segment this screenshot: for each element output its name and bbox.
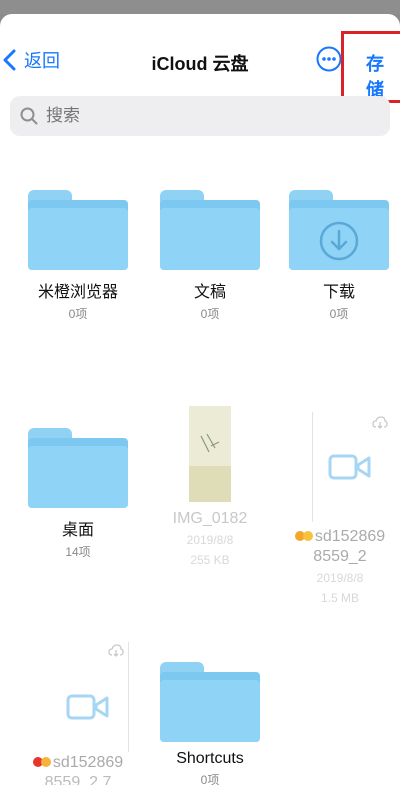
cloud-download-icon	[108, 644, 124, 657]
download-folder-icon	[289, 190, 389, 270]
search-icon	[20, 107, 38, 125]
video-camera-icon	[328, 454, 371, 480]
video-thumbnail	[28, 642, 129, 752]
item-date: 2019/8/8	[316, 571, 364, 585]
more-options-icon[interactable]	[316, 46, 342, 72]
item-count: 0项	[200, 307, 220, 321]
item-name-line2: 8559_2.7	[44, 774, 112, 785]
folder-item[interactable]: Shortcuts 0项	[150, 662, 270, 785]
item-count: 0项	[329, 307, 349, 321]
item-name-line1: sd152869	[314, 528, 386, 545]
folder-icon	[28, 190, 128, 270]
image-thumbnail	[189, 406, 231, 502]
item-size: 1.5 MB	[320, 591, 359, 605]
item-count: 0项	[68, 307, 88, 321]
video-file-item[interactable]: sd152869 8559_2.7	[18, 642, 138, 785]
download-arrow-icon	[319, 221, 359, 261]
tag-dots-icon	[294, 530, 315, 543]
status-bar-area	[0, 0, 400, 14]
cloud-download-icon	[372, 416, 388, 429]
search-bar[interactable]	[10, 96, 390, 136]
folder-item[interactable]: 米橙浏览器 0项	[18, 190, 138, 322]
save-button[interactable]: 存储	[366, 50, 400, 102]
video-file-item[interactable]: sd152869 8559_2 2019/8/8 1.5 MB	[280, 412, 400, 606]
folder-icon	[28, 428, 128, 508]
folder-item[interactable]: 桌面 14项	[18, 428, 138, 560]
tag-dots-icon	[32, 756, 53, 769]
item-name: sd152869	[18, 754, 138, 772]
item-count: 0项	[200, 773, 220, 785]
item-name: 桌面	[61, 522, 94, 539]
video-thumbnail	[290, 412, 390, 522]
item-name: IMG_0182	[172, 510, 248, 527]
item-date: 2019/8/8	[186, 533, 234, 547]
item-name: 下载	[322, 284, 355, 301]
item-name: sd152869	[280, 528, 400, 546]
item-size: 255 KB	[190, 553, 230, 567]
folder-icon	[160, 190, 260, 270]
item-name-line1: sd152869	[52, 754, 124, 771]
item-name: Shortcuts	[176, 750, 244, 767]
folder-icon	[160, 662, 260, 742]
search-input[interactable]	[44, 105, 348, 127]
item-name: 米橙浏览器	[37, 284, 118, 301]
video-camera-icon	[66, 694, 109, 720]
item-count: 14项	[65, 545, 91, 559]
item-name-line2: 8559_2	[313, 548, 367, 565]
item-name: 文稿	[193, 284, 226, 301]
file-item[interactable]: IMG_0182 2019/8/8 255 KB	[150, 406, 270, 568]
folder-item[interactable]: 文稿 0项	[150, 190, 270, 322]
files-sheet: 返回 iCloud 云盘 存储 米橙浏览器 0项 文稿 0项	[0, 14, 400, 785]
folder-item[interactable]: 下载 0项	[279, 190, 399, 322]
